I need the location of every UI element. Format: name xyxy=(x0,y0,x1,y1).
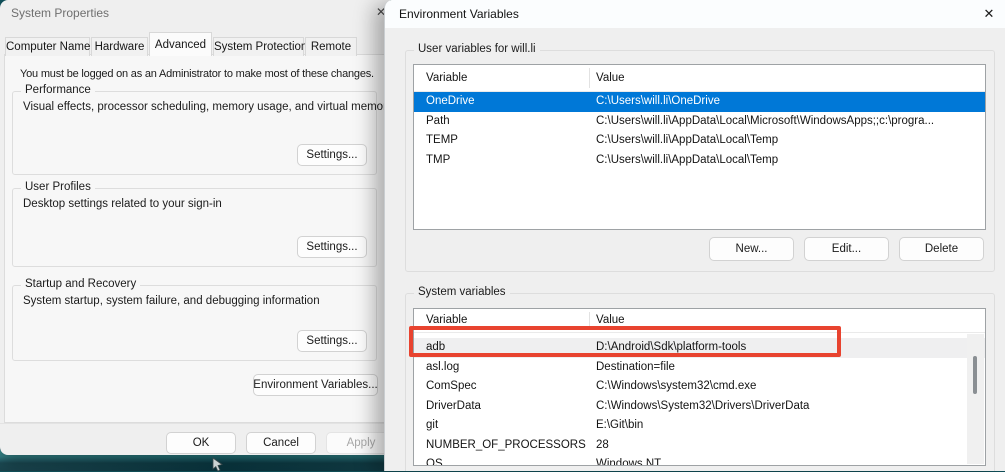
value-cell: C:\Windows\System32\Drivers\DriverData xyxy=(596,399,810,412)
user-profiles-group: User Profiles Desktop settings related t… xyxy=(12,181,377,267)
scrollbar-thumb[interactable] xyxy=(973,356,977,394)
system-properties-dialog: System Properties ✕ Computer Name Hardwa… xyxy=(0,0,396,455)
variable-cell: git xyxy=(426,419,439,431)
column-header-variable[interactable]: Variable xyxy=(426,314,467,326)
environment-variables-title: Environment Variables xyxy=(399,7,519,21)
variable-cell: TMP xyxy=(426,153,451,166)
column-header-value[interactable]: Value xyxy=(596,314,625,326)
variable-cell: OS xyxy=(426,458,443,466)
system-variables-group-title: System variables xyxy=(414,286,510,298)
table-row[interactable]: asl.log Destination=file xyxy=(414,358,985,378)
table-row[interactable]: ComSpec C:\Windows\system32\cmd.exe xyxy=(414,377,985,397)
value-cell: C:\Users\will.li\AppData\Local\Microsoft… xyxy=(596,114,935,127)
value-cell: E:\Git\bin xyxy=(596,419,644,431)
table-row[interactable]: DriverData C:\Windows\System32\Drivers\D… xyxy=(414,397,985,417)
tab-system-protection[interactable]: System Protection xyxy=(213,37,307,56)
table-row[interactable]: OS Windows NT xyxy=(414,455,985,466)
value-cell: C:\Windows\system32\cmd.exe xyxy=(596,380,757,392)
value-cell: Windows NT xyxy=(596,458,662,466)
user-profiles-settings-button[interactable]: Settings... xyxy=(297,236,367,258)
variable-cell: TEMP xyxy=(426,134,458,146)
column-header-value[interactable]: Value xyxy=(596,72,625,84)
vertical-scrollbar[interactable] xyxy=(967,334,984,464)
environment-variables-dialog: Environment Variables ✕ User variables f… xyxy=(384,0,1005,471)
table-row[interactable]: TMP C:\Users\will.li\AppData\Local\Temp xyxy=(414,151,985,171)
variable-cell: DriverData xyxy=(426,399,481,412)
ok-button[interactable]: OK xyxy=(166,432,236,454)
table-row[interactable]: OneDrive C:\Users\will.li\OneDrive xyxy=(414,92,985,112)
startup-recovery-group: Startup and Recovery System startup, sys… xyxy=(12,278,377,361)
table-row[interactable]: Path C:\Users\will.li\AppData\Local\Micr… xyxy=(414,112,985,132)
close-icon[interactable]: ✕ xyxy=(979,4,999,24)
performance-settings-button[interactable]: Settings... xyxy=(297,144,367,166)
variable-cell: OneDrive xyxy=(426,95,475,107)
footer-divider xyxy=(0,423,390,424)
user-profiles-group-title: User Profiles xyxy=(21,181,95,193)
variable-cell: NUMBER_OF_PROCESSORS xyxy=(426,438,586,451)
value-cell: C:\Users\will.li\OneDrive xyxy=(596,95,720,107)
admin-note: You must be logged on as an Administrato… xyxy=(20,68,374,80)
value-cell: 28 xyxy=(596,438,609,451)
startup-recovery-settings-button[interactable]: Settings... xyxy=(297,330,367,352)
variable-cell: ComSpec xyxy=(426,380,477,392)
variable-cell: asl.log xyxy=(426,360,460,373)
system-properties-title: System Properties xyxy=(11,6,110,20)
value-cell: Destination=file xyxy=(596,360,675,373)
annotation-box xyxy=(409,326,841,357)
value-cell: C:\Users\will.li\AppData\Local\Temp xyxy=(596,134,779,146)
column-divider[interactable] xyxy=(589,68,590,88)
startup-recovery-description: System startup, system failure, and debu… xyxy=(23,295,320,307)
performance-group-title: Performance xyxy=(21,84,95,96)
table-row[interactable]: TEMP C:\Users\will.li\AppData\Local\Temp xyxy=(414,131,985,151)
value-cell: C:\Users\will.li\AppData\Local\Temp xyxy=(596,153,779,166)
tab-hardware[interactable]: Hardware xyxy=(91,37,148,56)
mouse-cursor-icon xyxy=(212,457,223,472)
edit-user-variable-button[interactable]: Edit... xyxy=(804,237,889,261)
environment-variables-button[interactable]: Environment Variables... xyxy=(253,374,378,396)
table-header: Variable Value xyxy=(414,65,985,92)
table-row[interactable]: git E:\Git\bin xyxy=(414,416,985,436)
delete-user-variable-button[interactable]: Delete xyxy=(899,237,984,261)
tab-advanced[interactable]: Advanced xyxy=(149,32,212,56)
user-variables-group-title: User variables for will.li xyxy=(414,43,540,55)
new-user-variable-button[interactable]: New... xyxy=(709,237,794,261)
user-profiles-description: Desktop settings related to your sign-in xyxy=(23,198,222,210)
column-header-variable[interactable]: Variable xyxy=(426,72,467,84)
user-variables-table: Variable Value OneDrive C:\Users\will.li… xyxy=(413,64,986,230)
performance-description: Visual effects, processor scheduling, me… xyxy=(23,101,393,113)
startup-recovery-group-title: Startup and Recovery xyxy=(21,278,141,290)
tab-remote[interactable]: Remote xyxy=(305,37,357,56)
performance-group: Performance Visual effects, processor sc… xyxy=(12,84,393,175)
variable-cell: Path xyxy=(426,114,450,127)
table-row[interactable]: NUMBER_OF_PROCESSORS 28 xyxy=(414,436,985,456)
tab-computer-name[interactable]: Computer Name xyxy=(5,37,90,56)
cancel-button[interactable]: Cancel xyxy=(246,432,316,454)
